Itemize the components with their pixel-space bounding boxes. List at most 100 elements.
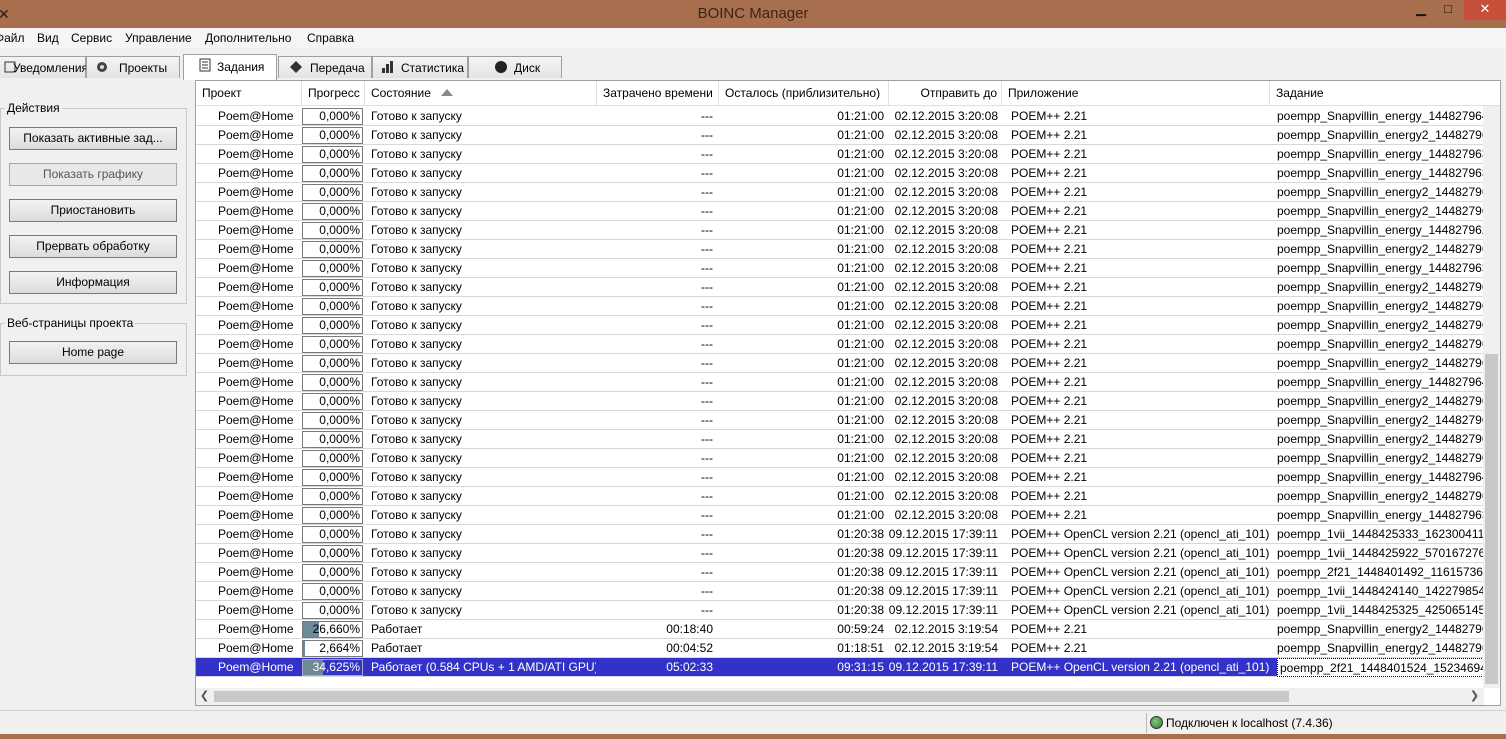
abort-button[interactable]: Прервать обработку xyxy=(9,235,177,258)
transfers-icon xyxy=(290,61,302,73)
show-active-tasks-button[interactable]: Показать активные зад... xyxy=(9,127,177,150)
cell-deadline: 09.12.2015 17:39:11 xyxy=(888,565,998,579)
table-row[interactable]: Poem@Home 0,000% Готово к запуску --- 01:20:… xyxy=(196,582,1486,601)
cell-application: POEM++ 2.21 xyxy=(1011,356,1088,370)
cell-task: poempp_Snapvillin_energy_1448279629 xyxy=(1277,223,1486,237)
progress-text: 0,000% xyxy=(319,356,360,370)
menu-tools[interactable]: Сервис xyxy=(71,31,112,45)
tab-projects[interactable]: Проекты xyxy=(86,56,180,78)
column-remaining[interactable]: Осталось (приблизительно) xyxy=(719,81,889,106)
cell-project: Poem@Home xyxy=(218,451,294,465)
column-application[interactable]: Приложение xyxy=(1002,81,1270,106)
minimize-button[interactable]: ▁ xyxy=(1410,0,1432,20)
column-state[interactable]: Состояние xyxy=(365,81,597,106)
cell-application: POEM++ 2.21 xyxy=(1011,413,1088,427)
vertical-scrollbar[interactable] xyxy=(1483,106,1500,688)
maximize-button[interactable]: □ xyxy=(1437,0,1459,20)
tab-statistics[interactable]: Статистика xyxy=(372,56,468,78)
cell-remaining: 01:20:38 xyxy=(837,527,884,541)
table-row[interactable]: Poem@Home 0,000% Готово к запуску --- 01:21:… xyxy=(196,221,1486,240)
table-row[interactable]: Poem@Home 0,000% Готово к запуску --- 01:21:… xyxy=(196,240,1486,259)
table-row[interactable]: Poem@Home 0,000% Готово к запуску --- 01:20:… xyxy=(196,563,1486,582)
progress-text: 0,000% xyxy=(319,128,360,142)
tab-disk[interactable]: Диск xyxy=(468,56,562,78)
table-row[interactable]: Poem@Home 0,000% Готово к запуску --- 01:21:… xyxy=(196,278,1486,297)
column-progress[interactable]: Прогресс xyxy=(302,81,365,106)
table-row[interactable]: Poem@Home 0,000% Готово к запуску --- 01:21:… xyxy=(196,126,1486,145)
cell-remaining: 01:21:00 xyxy=(837,394,884,408)
cell-elapsed: --- xyxy=(701,299,713,313)
cell-state: Готово к запуску xyxy=(371,508,462,522)
table-row[interactable]: Poem@Home 0,000% Готово к запуску --- 01:21:… xyxy=(196,354,1486,373)
project-web-group: Веб-страницы проекта Home page xyxy=(0,316,187,376)
table-row[interactable]: Poem@Home 34,625% Работает (0.584 CPUs + 1… xyxy=(196,658,1486,677)
properties-button[interactable]: Информация xyxy=(9,271,177,294)
cell-application: POEM++ 2.21 xyxy=(1011,394,1088,408)
table-row[interactable]: Poem@Home 0,000% Готово к запуску --- 01:21:… xyxy=(196,164,1486,183)
tab-transfers[interactable]: Передача xyxy=(278,56,372,78)
column-elapsed[interactable]: Затрачено времени xyxy=(597,81,719,106)
menu-help[interactable]: Справка xyxy=(307,31,354,45)
column-deadline[interactable]: Отправить до xyxy=(889,81,1002,106)
table-row[interactable]: Poem@Home 0,000% Готово к запуску --- 01:21:… xyxy=(196,430,1486,449)
table-row[interactable]: Poem@Home 0,000% Готово к запуску --- 01:21:… xyxy=(196,335,1486,354)
scroll-left-arrow-icon[interactable]: ❮ xyxy=(196,688,213,705)
table-row[interactable]: Poem@Home 0,000% Готово к запуску --- 01:21:… xyxy=(196,316,1486,335)
show-graphics-button[interactable]: Показать графику xyxy=(9,163,177,186)
tab-tasks[interactable]: Задания xyxy=(183,54,277,80)
progress-text: 0,000% xyxy=(319,413,360,427)
column-project[interactable]: Проект xyxy=(196,81,302,106)
cell-project: Poem@Home xyxy=(218,299,294,313)
horizontal-scroll-thumb[interactable] xyxy=(214,691,1289,702)
column-task[interactable]: Задание xyxy=(1270,81,1500,106)
table-row[interactable]: Poem@Home 0,000% Готово к запуску --- 01:21:… xyxy=(196,297,1486,316)
cell-task: poempp_Snapvillin_energy_1448279630 xyxy=(1277,261,1486,275)
table-row[interactable]: Poem@Home 0,000% Готово к запуску --- 01:21:… xyxy=(196,506,1486,525)
progress-bar: 0,000% xyxy=(302,127,363,144)
menu-advanced[interactable]: Дополнительно xyxy=(205,31,291,45)
table-row[interactable]: Poem@Home 2,664% Работает 00:04:52 01:18:51 0… xyxy=(196,639,1486,658)
table-row[interactable]: Poem@Home 0,000% Готово к запуску --- 01:21:… xyxy=(196,468,1486,487)
table-row[interactable]: Poem@Home 26,660% Работает 00:18:40 00:59:24… xyxy=(196,620,1486,639)
table-row[interactable]: Poem@Home 0,000% Готово к запуску --- 01:21:… xyxy=(196,183,1486,202)
suspend-button[interactable]: Приостановить xyxy=(9,199,177,222)
scroll-right-arrow-icon[interactable]: ❯ xyxy=(1466,688,1483,705)
cell-application: POEM++ 2.21 xyxy=(1011,451,1088,465)
table-row[interactable]: Poem@Home 0,000% Готово к запуску --- 01:21:… xyxy=(196,392,1486,411)
table-row[interactable]: Poem@Home 0,000% Готово к запуску --- 01:20:… xyxy=(196,544,1486,563)
vertical-scroll-thumb[interactable] xyxy=(1485,354,1498,684)
list-header: Проект Прогресс Состояние Затрачено врем… xyxy=(196,81,1500,106)
progress-bar: 0,000% xyxy=(302,336,363,353)
cell-remaining: 01:21:00 xyxy=(837,432,884,446)
cell-elapsed: --- xyxy=(701,261,713,275)
cell-remaining: 01:21:00 xyxy=(837,489,884,503)
cell-state: Готово к запуску xyxy=(371,413,462,427)
cell-task: poempp_Snapvillin_energy2_1448279633 xyxy=(1277,185,1486,199)
status-separator xyxy=(1146,713,1147,733)
table-row[interactable]: Poem@Home 0,000% Готово к запуску --- 01:20:… xyxy=(196,525,1486,544)
table-row[interactable]: Poem@Home 0,000% Готово к запуску --- 01:21:… xyxy=(196,202,1486,221)
table-row[interactable]: Poem@Home 0,000% Готово к запуску --- 01:21:… xyxy=(196,259,1486,278)
menu-file[interactable]: Файл xyxy=(0,31,25,45)
home-page-button[interactable]: Home page xyxy=(9,341,177,364)
tab-notices[interactable]: Уведомления xyxy=(0,56,88,78)
close-button[interactable]: ✕ xyxy=(1464,0,1506,20)
table-row[interactable]: Poem@Home 0,000% Готово к запуску --- 01:21:… xyxy=(196,373,1486,392)
horizontal-scrollbar[interactable]: ❮ ❯ xyxy=(196,688,1484,705)
table-row[interactable]: Poem@Home 0,000% Готово к запуску --- 01:21:… xyxy=(196,145,1486,164)
cell-remaining: 00:59:24 xyxy=(837,622,884,636)
tasks-list[interactable]: Проект Прогресс Состояние Затрачено врем… xyxy=(195,80,1501,706)
table-row[interactable]: Poem@Home 0,000% Готово к запуску --- 01:21:… xyxy=(196,107,1486,126)
cell-deadline: 02.12.2015 3:20:08 xyxy=(894,394,998,408)
table-row[interactable]: Poem@Home 0,000% Готово к запуску --- 01:21:… xyxy=(196,411,1486,430)
table-row[interactable]: Poem@Home 0,000% Готово к запуску --- 01:21:… xyxy=(196,487,1486,506)
menu-view[interactable]: Вид xyxy=(37,31,59,45)
cell-task: poempp_Snapvillin_energy2_1448279629 xyxy=(1277,280,1486,294)
cell-task: poempp_Snapvillin_energy2_1448279643 xyxy=(1277,318,1486,332)
table-row[interactable]: Poem@Home 0,000% Готово к запуску --- 01:20:… xyxy=(196,601,1486,620)
table-row[interactable]: Poem@Home 0,000% Готово к запуску --- 01:21:… xyxy=(196,449,1486,468)
progress-bar: 0,000% xyxy=(302,241,363,258)
cell-deadline: 02.12.2015 3:20:08 xyxy=(894,356,998,370)
cell-state: Готово к запуску xyxy=(371,565,462,579)
menu-manage[interactable]: Управление xyxy=(125,31,192,45)
